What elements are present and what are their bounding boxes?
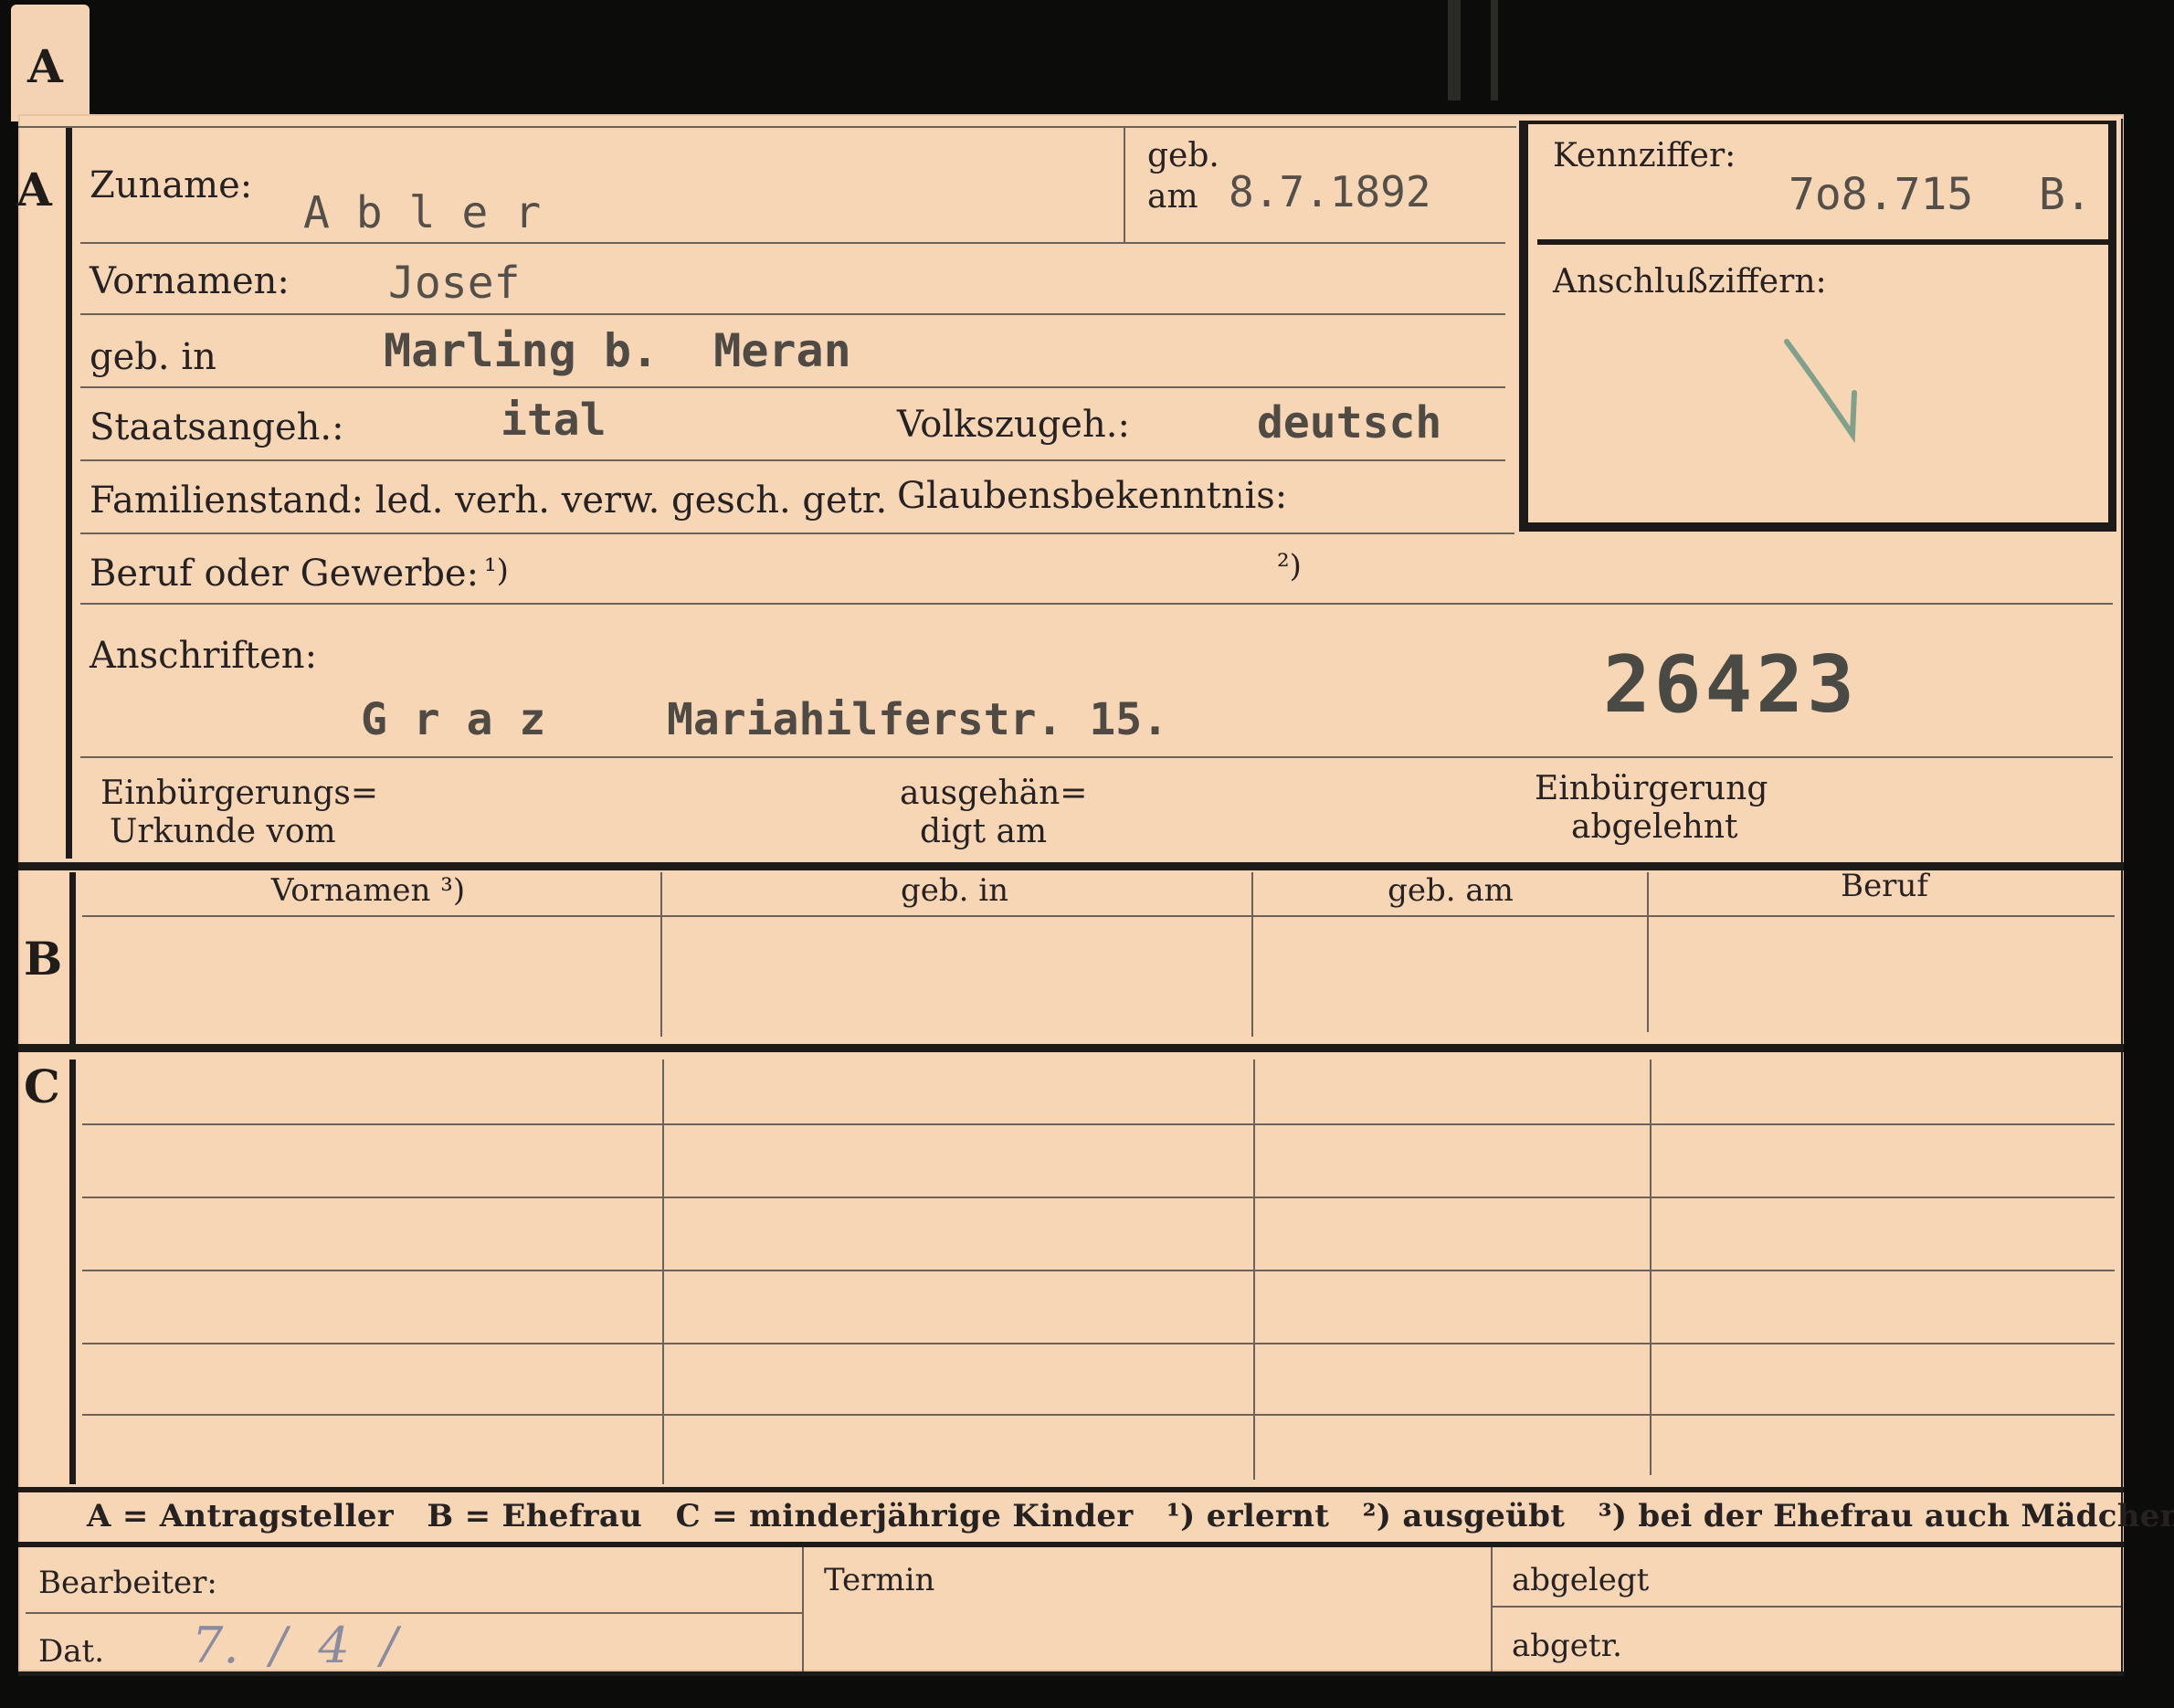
geb-label: geb. <box>1147 137 1219 174</box>
table-row-rule <box>82 1414 2115 1416</box>
table-row-rule <box>82 1197 2115 1198</box>
table-row-rule <box>82 1270 2115 1271</box>
volkszugeh-value: deutsch <box>1257 397 1442 448</box>
dat-handwritten-value: 7. / 4 / <box>192 1617 398 1674</box>
check-mark-icon <box>1784 339 1857 444</box>
geb-am-value: 8.7.1892 <box>1229 167 1431 216</box>
row-rule <box>80 459 1505 461</box>
section-c-letter: C <box>24 1060 60 1113</box>
footnote-2: ²) <box>1277 548 1302 585</box>
volkszugeh-label: Volkszugeh.: <box>897 404 1130 446</box>
row-rule <box>80 313 1505 315</box>
legend-top-rule <box>18 1487 2124 1492</box>
anschrift-city: G r a z <box>361 694 546 745</box>
staatsangeh-value: ital <box>501 395 607 446</box>
table-col-divider <box>1251 872 1253 1037</box>
row-rule <box>80 386 1505 388</box>
table-header-geb-in: geb. in <box>900 872 1009 909</box>
footer-col-divider <box>802 1547 804 1673</box>
termin-label: Termin <box>824 1562 935 1598</box>
footnote-1: ¹) <box>484 553 509 589</box>
card-right-edge <box>2121 119 2123 1671</box>
table-col-divider <box>660 872 662 1037</box>
table-header-rule <box>82 915 2115 917</box>
table-row-rule <box>82 1343 2115 1344</box>
einbuergerungs-urkunde-label-1: Einbürgerungs= <box>100 775 379 812</box>
footer-col-divider <box>1491 1547 1493 1673</box>
beruf-label: Beruf oder Gewerbe: <box>90 553 480 595</box>
table-col-divider <box>1650 1060 1652 1475</box>
kennziffer-label: Kennziffer: <box>1553 137 1736 174</box>
einbuergerung-abgelehnt-label-2: abgelehnt <box>1571 808 1738 846</box>
dat-label: Dat. <box>38 1633 105 1670</box>
einbuergerungs-urkunde-label-2: Urkunde vom <box>110 813 336 850</box>
table-col-divider <box>1647 872 1649 1032</box>
zuname-label: Zuname: <box>90 164 253 206</box>
einbuergerung-abgelehnt-label-1: Einbürgerung <box>1535 770 1768 807</box>
top-rule <box>18 126 1516 128</box>
left-rule-b <box>69 872 76 1046</box>
kennziffer-value: 7o8.715 <box>1789 169 1974 220</box>
ausgehaendigt-label-1: ausgehän= <box>900 775 1088 812</box>
legend-text: A = Antragsteller B = Ehefrau C = minder… <box>87 1498 2174 1534</box>
row-rule <box>80 532 1514 534</box>
stamp-number: 26423 <box>1603 639 1858 731</box>
bearbeiter-label: Bearbeiter: <box>38 1565 217 1601</box>
vornamen-label: Vornamen: <box>90 260 290 302</box>
left-rule-a <box>66 128 72 859</box>
abgelegt-label: abgelegt <box>1512 1562 1650 1598</box>
geb-in-value: Marling b. Meran <box>384 324 851 377</box>
abgetr-label: abgetr. <box>1512 1628 1622 1664</box>
index-tab: A <box>11 5 90 121</box>
table-header-geb-am: geb. am <box>1388 872 1514 909</box>
staatsangeh-label: Staatsangeh.: <box>90 406 344 448</box>
card-bottom-rule <box>18 1671 2124 1676</box>
background-strip <box>1491 0 1498 100</box>
legend-bottom-rule <box>18 1542 2124 1547</box>
section-b-letter: B <box>24 932 63 986</box>
footer-rule <box>1493 1606 2123 1608</box>
row-rule <box>80 756 2113 758</box>
zuname-value: A b l e r <box>303 187 542 238</box>
anschrift-street: Mariahilferstr. 15. <box>667 694 1169 745</box>
am-label: am <box>1147 178 1198 216</box>
table-header-vornamen: Vornamen ³) <box>270 872 466 909</box>
kennziffer-suffix: B. <box>2039 169 2092 220</box>
geb-in-label: geb. in <box>90 336 216 378</box>
anschriften-label: Anschriften: <box>90 635 318 677</box>
row-rule <box>80 242 1505 244</box>
table-row-rule <box>82 1123 2115 1125</box>
section-a-letter: A <box>16 163 52 216</box>
anschlussziffern-label: Anschlußziffern: <box>1553 263 1827 300</box>
section-c-top-rule <box>18 1044 2124 1052</box>
vornamen-value: Josef <box>388 258 521 309</box>
row-rule <box>80 603 2113 605</box>
tab-letter: A <box>27 39 63 93</box>
zuname-divider <box>1124 128 1125 242</box>
left-rule-c <box>69 1060 76 1484</box>
background-strip <box>1448 0 1461 100</box>
kennziffer-divider <box>1537 239 2113 245</box>
table-header-beruf: Beruf <box>1841 868 1928 904</box>
footer-rule <box>26 1612 802 1614</box>
ausgehaendigt-label-2: digt am <box>920 813 1048 850</box>
glaubensbekenntnis-label: Glaubensbekenntnis: <box>897 475 1288 517</box>
familienstand-label: Familienstand: led. verh. verw. gesch. g… <box>90 480 888 522</box>
